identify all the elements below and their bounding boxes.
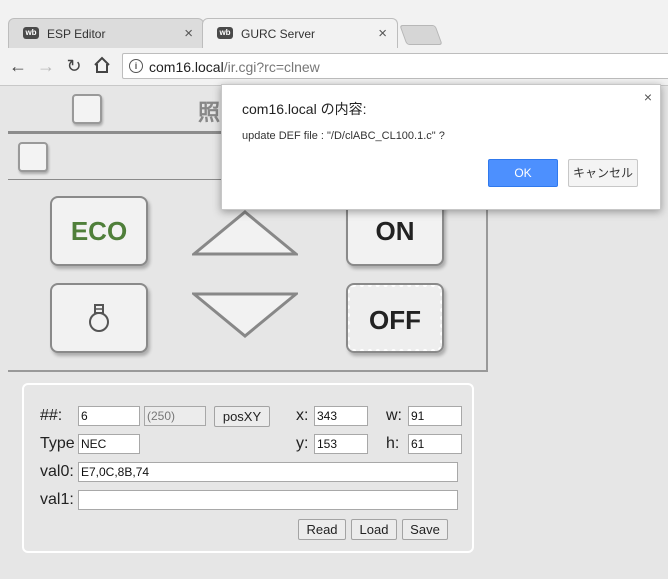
- h-label: h:: [386, 435, 400, 452]
- tab-gurc-server[interactable]: wb GURC Server ×: [202, 18, 398, 48]
- y-field[interactable]: 153: [314, 434, 368, 454]
- off-label: OFF: [369, 305, 421, 335]
- eco-button[interactable]: ECO: [50, 196, 148, 266]
- address-bar[interactable]: i com16.local/ir.cgi?rc=clnew: [122, 53, 668, 79]
- address-url: com16.local/ir.cgi?rc=clnew: [149, 59, 320, 75]
- val1-field[interactable]: [78, 490, 458, 510]
- y-label: y:: [296, 435, 309, 452]
- new-tab-button[interactable]: [399, 25, 443, 45]
- dialog-title: com16.local の内容:: [242, 101, 367, 117]
- tab-strip: wb ESP Editor × wb GURC Server ×: [0, 0, 668, 48]
- button-edit-form: ##: 6 (250) posXY x: 343 w: 91 Type NEC …: [22, 383, 474, 553]
- w-label: w:: [386, 407, 402, 424]
- cancel-button[interactable]: キャンセル: [568, 159, 638, 187]
- info-icon[interactable]: i: [129, 59, 143, 73]
- off-button[interactable]: OFF: [346, 283, 444, 353]
- tab-close-icon[interactable]: ×: [378, 25, 387, 42]
- h-field[interactable]: 61: [408, 434, 462, 454]
- tab-esp-editor[interactable]: wb ESP Editor ×: [8, 18, 204, 48]
- light-bulb-icon: [89, 304, 109, 332]
- read-button[interactable]: Read: [298, 519, 346, 540]
- w-field[interactable]: 91: [408, 406, 462, 426]
- bulb-button[interactable]: [50, 283, 148, 353]
- eco-label: ECO: [70, 216, 128, 246]
- down-arrow-button[interactable]: [192, 292, 298, 338]
- save-button[interactable]: Save: [402, 519, 448, 540]
- type-field[interactable]: NEC: [78, 434, 140, 454]
- close-icon[interactable]: ×: [644, 89, 652, 105]
- on-label: ON: [375, 216, 415, 246]
- x-label: x:: [296, 407, 309, 424]
- num-label: ##:: [40, 407, 63, 424]
- x-field[interactable]: 343: [314, 406, 368, 426]
- reload-icon[interactable]: ↻: [64, 56, 84, 76]
- load-button[interactable]: Load: [351, 519, 397, 540]
- val0-field[interactable]: E7,0C,8B,74: [78, 462, 458, 482]
- panel-title: 照: [198, 100, 221, 125]
- row-checkbox[interactable]: [18, 142, 48, 172]
- back-arrow-icon[interactable]: ←: [8, 56, 28, 76]
- posxy-button[interactable]: posXY: [214, 406, 270, 427]
- site-favicon-icon: wb: [23, 27, 39, 39]
- type-label: Type: [40, 435, 75, 452]
- site-favicon-icon: wb: [217, 27, 233, 39]
- val0-label: val0:: [40, 463, 74, 480]
- tab-title: ESP Editor: [47, 27, 106, 41]
- home-icon[interactable]: [92, 56, 112, 76]
- num-field[interactable]: 6: [78, 406, 140, 426]
- ok-button[interactable]: OK: [488, 159, 558, 187]
- header-checkbox[interactable]: [72, 94, 102, 124]
- confirm-dialog: com16.local の内容: × update DEF file : "/D…: [221, 84, 661, 210]
- tab-close-icon[interactable]: ×: [184, 25, 193, 42]
- val1-label: val1:: [40, 491, 74, 508]
- forward-arrow-icon[interactable]: →: [36, 56, 56, 76]
- tab-title: GURC Server: [241, 27, 316, 41]
- dialog-message: update DEF file : "/D/clABC_CL100.1.c" ?: [242, 130, 445, 142]
- code-index-field: (250): [144, 406, 206, 426]
- browser-toolbar: ← → ↻ i com16.local/ir.cgi?rc=clnew: [0, 48, 668, 86]
- up-arrow-button[interactable]: [192, 210, 298, 256]
